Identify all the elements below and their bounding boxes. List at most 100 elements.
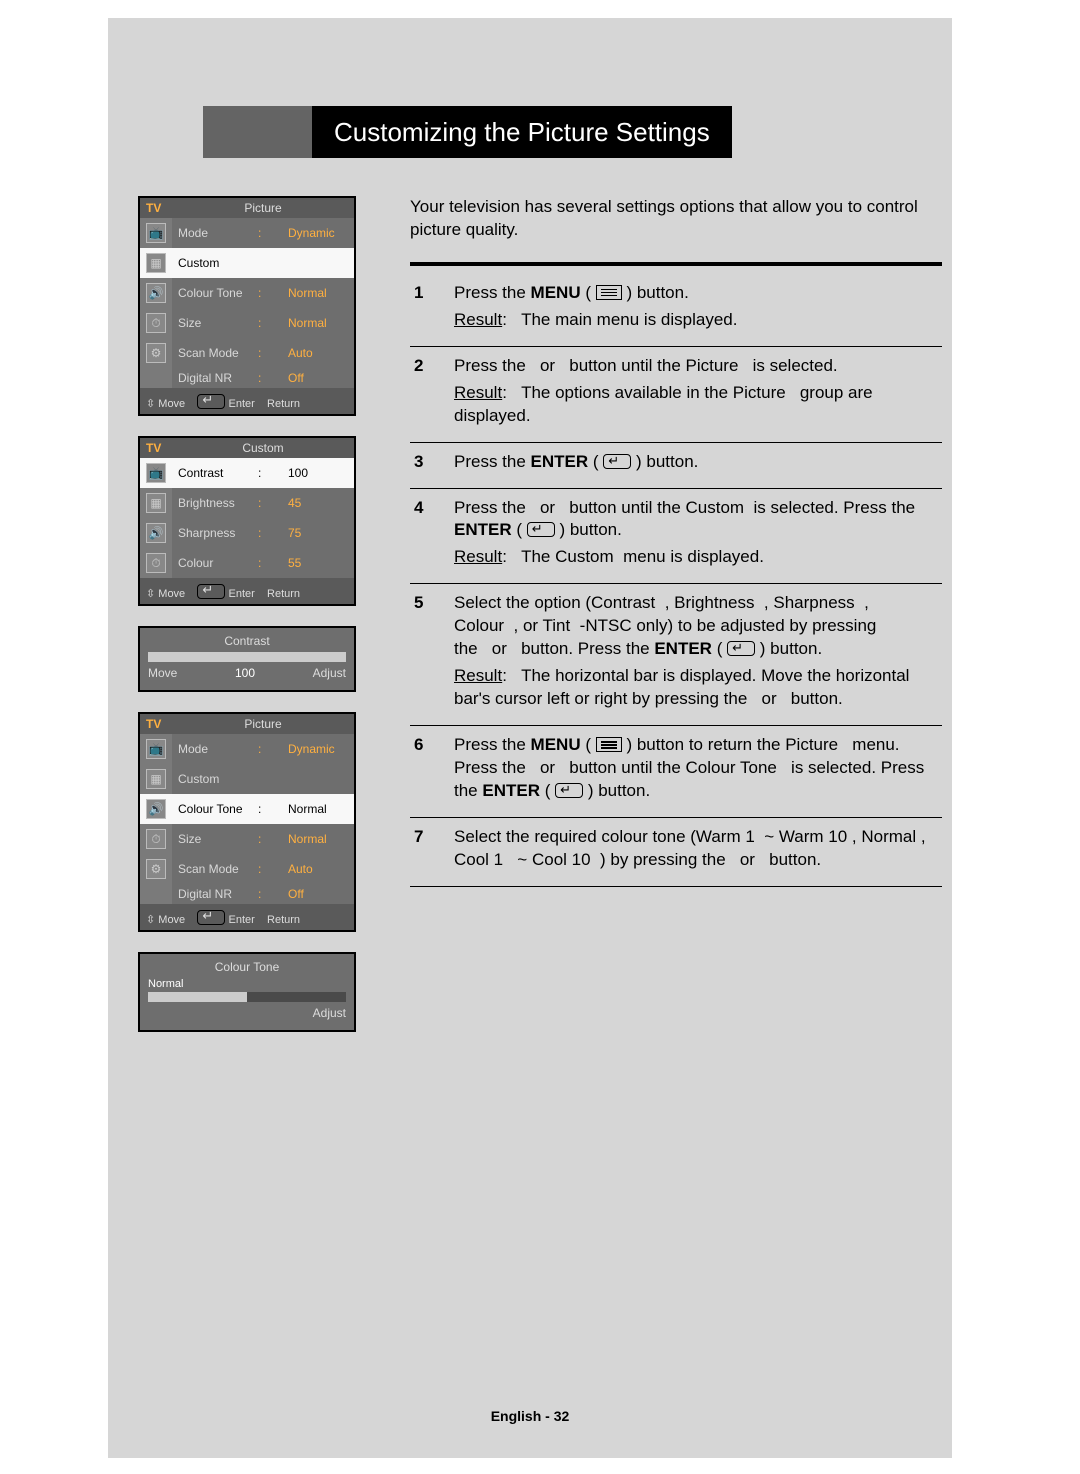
osd-row-sep: :: [252, 218, 282, 248]
osd-row: 🔊Colour Tone:Normal: [140, 794, 354, 824]
osd-row: ⚙Scan Mode:Auto: [140, 338, 354, 368]
osd-row: 📺Mode:Dynamic: [140, 218, 354, 248]
osd-row-sep: :: [252, 278, 282, 308]
instructions-column: Your television has several settings opt…: [410, 196, 942, 1052]
osd-row-value: Normal: [282, 824, 354, 854]
osd2-rows: 📺Contrast:100▦Brightness:45🔊Sharpness:75…: [140, 458, 354, 578]
osd-row-sep: :: [252, 548, 282, 578]
osd-row: 📺Mode:Dynamic: [140, 734, 354, 764]
osd-row-value: Auto: [282, 338, 354, 368]
osd-move: Move: [146, 914, 185, 926]
osd-contrast-bar: Contrast Move 100 Adjust: [138, 626, 356, 692]
result-label: Result: [454, 383, 502, 402]
osd-enter: Enter: [228, 914, 254, 926]
osd-menu-picture-colourtone: TVPicture 📺Mode:Dynamic▦Custom🔊Colour To…: [138, 712, 356, 932]
osd-sidebar-icon: ⚙: [146, 859, 166, 879]
osd-row: 🔊Colour Tone:Normal: [140, 278, 354, 308]
osd-footer: Move Enter Return: [140, 578, 354, 604]
osd-row-sep: :: [252, 308, 282, 338]
osd-tv-label: TV: [140, 198, 172, 218]
step-number: 1: [410, 282, 454, 336]
osd-row: ▦Custom: [140, 248, 354, 278]
osd-tv-label: TV: [140, 438, 172, 458]
osd-row-label: Custom: [172, 764, 252, 794]
osd1-rows: 📺Mode:Dynamic▦Custom🔊Colour Tone:Normal⏱…: [140, 218, 354, 388]
result-label: Result: [454, 310, 502, 329]
step-number: 6: [410, 734, 454, 807]
osd-sidebar-icon: 🔊: [146, 283, 166, 303]
osd-row-sep: :: [252, 518, 282, 548]
osd-row-label: Mode: [172, 734, 252, 764]
osd-row-value: [282, 764, 354, 794]
osd-sidebar-icon: ▦: [146, 769, 166, 789]
bar-adjust: Adjust: [313, 1006, 346, 1020]
bar-track: [148, 992, 346, 1002]
osd-return: Return: [267, 914, 300, 926]
step-body: Select the required colour tone (Warm 1 …: [454, 826, 942, 876]
osd-enter-icon: [197, 910, 225, 925]
osd-row-sep: :: [252, 338, 282, 368]
step-row: 2Press the or button until the Picture i…: [410, 347, 942, 443]
osd-row-label: Contrast: [172, 458, 252, 488]
osd-sidebar-icon: ▦: [146, 493, 166, 513]
osd-row-value: Normal: [282, 308, 354, 338]
osd-sidebar-icon: 📺: [146, 463, 166, 483]
osd-sidebar-icon: 🔊: [146, 799, 166, 819]
osd-row-value: [282, 248, 354, 278]
bar-title: Colour Tone: [148, 960, 346, 974]
bar-value: 100: [235, 666, 255, 680]
osd-row-sep: :: [252, 824, 282, 854]
osd-enter-icon: [197, 584, 225, 599]
osd-row-label: Scan Mode: [172, 854, 252, 884]
osd-sidebar-icon: ⏱: [146, 829, 166, 849]
step-row: 3Press the ENTER ( ) button.: [410, 443, 942, 489]
osd-footer: Move Enter Return: [140, 388, 354, 414]
step-number: 2: [410, 355, 454, 432]
osd-sidebar-icon: ⏱: [146, 313, 166, 333]
osd-row-label: Colour: [172, 548, 252, 578]
step-number: 3: [410, 451, 454, 478]
osd-row-label: Sharpness: [172, 518, 252, 548]
step-body: Press the MENU ( ) button.Result: The ma…: [454, 282, 942, 336]
osd-sidebar-icon: 📺: [146, 223, 166, 243]
osd-row-label: Mode: [172, 218, 252, 248]
osd-return: Return: [267, 588, 300, 600]
osd-row-value: 55: [282, 548, 354, 578]
osd-return: Return: [267, 398, 300, 410]
steps-list: 1Press the MENU ( ) button.Result: The m…: [410, 274, 942, 887]
osd4-rows: 📺Mode:Dynamic ▦ Custom🔊Colour Tone:Normal ⏱…: [140, 734, 354, 904]
title-block: Customizing the Picture Settings: [203, 106, 952, 158]
osd-sidebar-icon: 🔊: [146, 523, 166, 543]
step-number: 7: [410, 826, 454, 876]
osd-row: ▦Brightness:45: [140, 488, 354, 518]
osd-row-sep: :: [252, 368, 282, 388]
osd-row-sep: [252, 248, 282, 278]
osd-row-value: Dynamic: [282, 734, 354, 764]
osd-menu-picture-custom: TVPicture 📺Mode:Dynamic▦Custom🔊Colour To…: [138, 196, 356, 416]
osd-move: Move: [146, 588, 185, 600]
osd-title: Custom: [172, 438, 354, 458]
osd-sidebar-icon: ⏱: [146, 553, 166, 573]
step-number: 5: [410, 592, 454, 715]
osd-row: ▦ Custom: [140, 764, 354, 794]
intro-text: Your television has several settings opt…: [410, 196, 942, 242]
osd-tv-label: TV: [140, 714, 172, 734]
manual-page: Customizing the Picture Settings TVPictu…: [0, 0, 1080, 1474]
osd-colourtone-bar: Colour Tone Normal Adjust: [138, 952, 356, 1032]
bar-track: [148, 652, 346, 662]
step-body: Press the MENU ( ) button to return the …: [454, 734, 942, 807]
osd-row-value: 45: [282, 488, 354, 518]
osd-row-label: Digital NR: [172, 884, 252, 904]
osd-row: Digital NR:Off: [140, 368, 354, 388]
osd-row-value: Off: [282, 884, 354, 904]
osd-row-value: 100: [282, 458, 354, 488]
osd-title: Picture: [172, 198, 354, 218]
osd-row: ⚙Scan Mode:Auto: [140, 854, 354, 884]
osd-row-sep: :: [252, 854, 282, 884]
bar-move: Move: [148, 666, 177, 680]
osd-row-sep: :: [252, 458, 282, 488]
osd-move: Move: [146, 398, 185, 410]
osd-row-label: Size: [172, 824, 252, 854]
osd-row-sep: :: [252, 488, 282, 518]
bar-label: Normal: [148, 978, 346, 990]
